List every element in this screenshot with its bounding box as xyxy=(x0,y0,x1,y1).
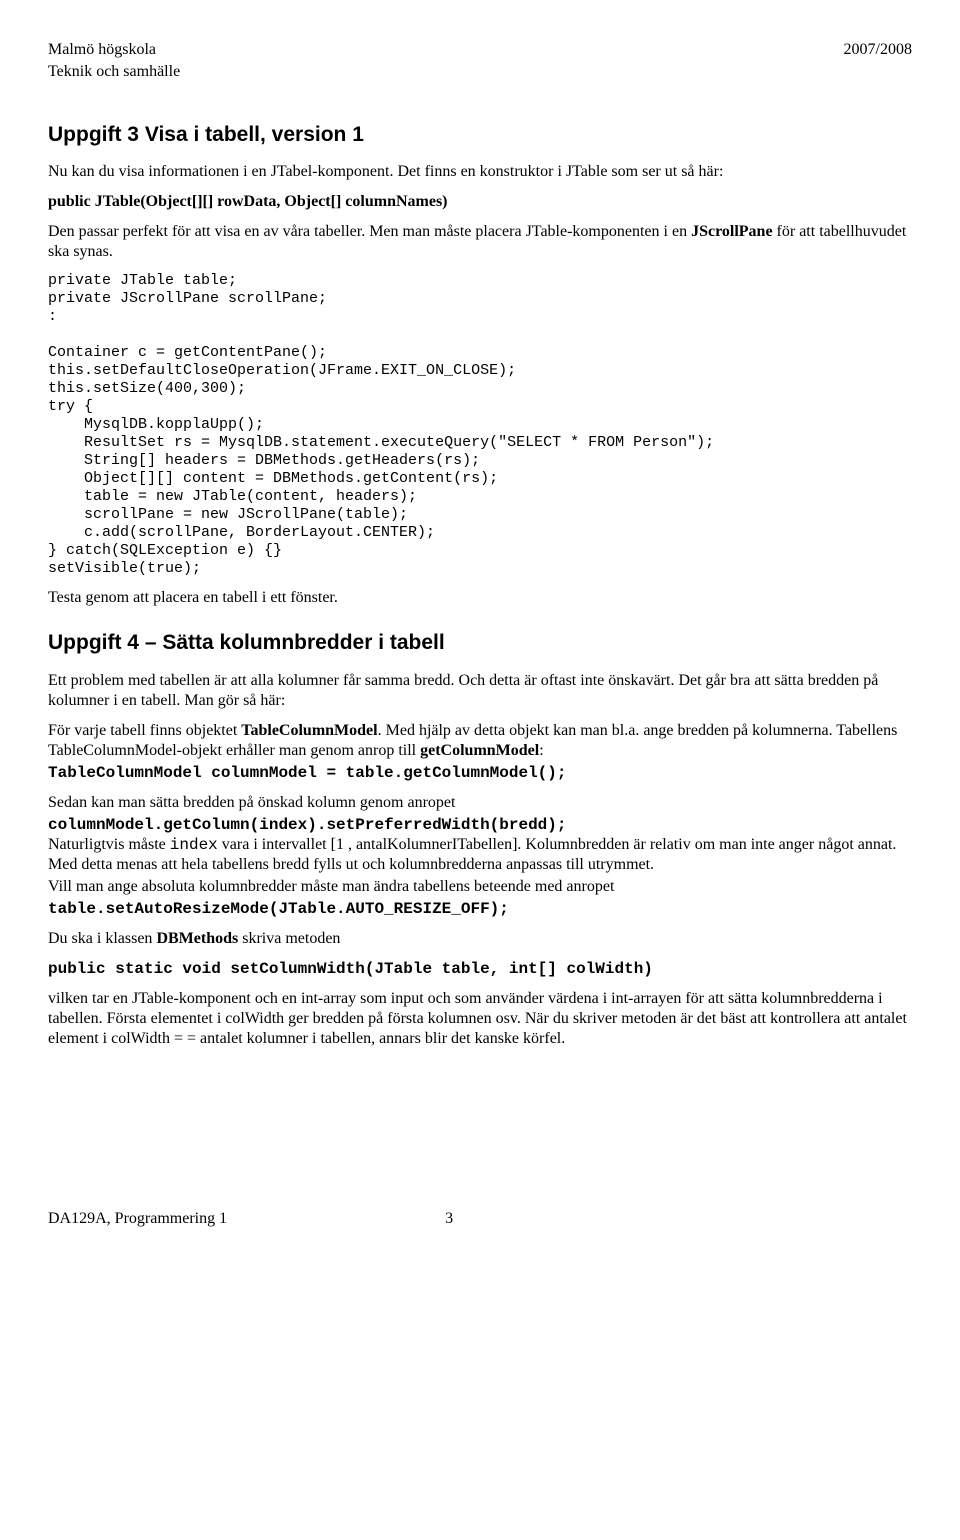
task4-p3: Sedan kan man sätta bredden på önskad ko… xyxy=(48,793,912,813)
header-right: 2007/2008 xyxy=(844,40,912,60)
task4-p6b: DBMethods xyxy=(156,930,238,947)
task4-p2: För varje tabell finns objektet TableCol… xyxy=(48,721,912,761)
page-footer: DA129A, Programmering 1 3 xyxy=(48,1209,912,1229)
header-left-2: Teknik och samhälle xyxy=(48,62,912,82)
task4-p6: Du ska i klassen DBMethods skriva metode… xyxy=(48,929,912,949)
task4-p5: Vill man ange absoluta kolumnbredder mås… xyxy=(48,877,912,897)
task4-code-c: table.setAutoResizeMode(JTable.AUTO_RESI… xyxy=(48,899,912,919)
task4-p1: Ett problem med tabellen är att alla kol… xyxy=(48,671,912,711)
task4-method-signature: public static void setColumnWidth(JTable… xyxy=(48,959,912,979)
task4-p2b: TableColumnModel xyxy=(241,722,377,739)
task3-code-block: private JTable table; private JScrollPan… xyxy=(48,272,912,578)
task4-p4a: Naturligtvis måste xyxy=(48,836,170,853)
task4-code-b: columnModel.getColumn(index).setPreferre… xyxy=(48,815,912,835)
task3-p1: Nu kan du visa informationen i en JTabel… xyxy=(48,162,912,182)
task3-p3: Testa genom att placera en tabell i ett … xyxy=(48,588,912,608)
task4-p4b: index xyxy=(170,836,218,854)
task3-p2: Den passar perfekt för att visa en av vå… xyxy=(48,222,912,262)
footer-page-number: 3 xyxy=(445,1210,453,1227)
task4-p7: vilken tar en JTable-komponent och en in… xyxy=(48,989,912,1049)
task4-p6c: skriva metoden xyxy=(238,930,340,947)
task3-title: Uppgift 3 Visa i tabell, version 1 xyxy=(48,122,912,148)
task3-p2a: Den passar perfekt för att visa en av vå… xyxy=(48,223,691,240)
task3-p2b: JScrollPane xyxy=(691,223,772,240)
footer-left: DA129A, Programmering 1 xyxy=(48,1210,227,1227)
task4-code-a: TableColumnModel columnModel = table.get… xyxy=(48,763,912,783)
task4-p4: Naturligtvis måste index vara i interval… xyxy=(48,835,912,875)
task4-p2d: getColumnModel xyxy=(420,742,539,759)
task4-p2e: : xyxy=(539,742,543,759)
task4-title: Uppgift 4 – Sätta kolumnbredder i tabell xyxy=(48,630,912,656)
page-header: Malmö högskola 2007/2008 xyxy=(48,40,912,60)
header-left-1: Malmö högskola xyxy=(48,40,156,60)
task4-p6a: Du ska i klassen xyxy=(48,930,156,947)
task3-constructor-signature: public JTable(Object[][] rowData, Object… xyxy=(48,192,912,212)
task4-p2a: För varje tabell finns objektet xyxy=(48,722,241,739)
